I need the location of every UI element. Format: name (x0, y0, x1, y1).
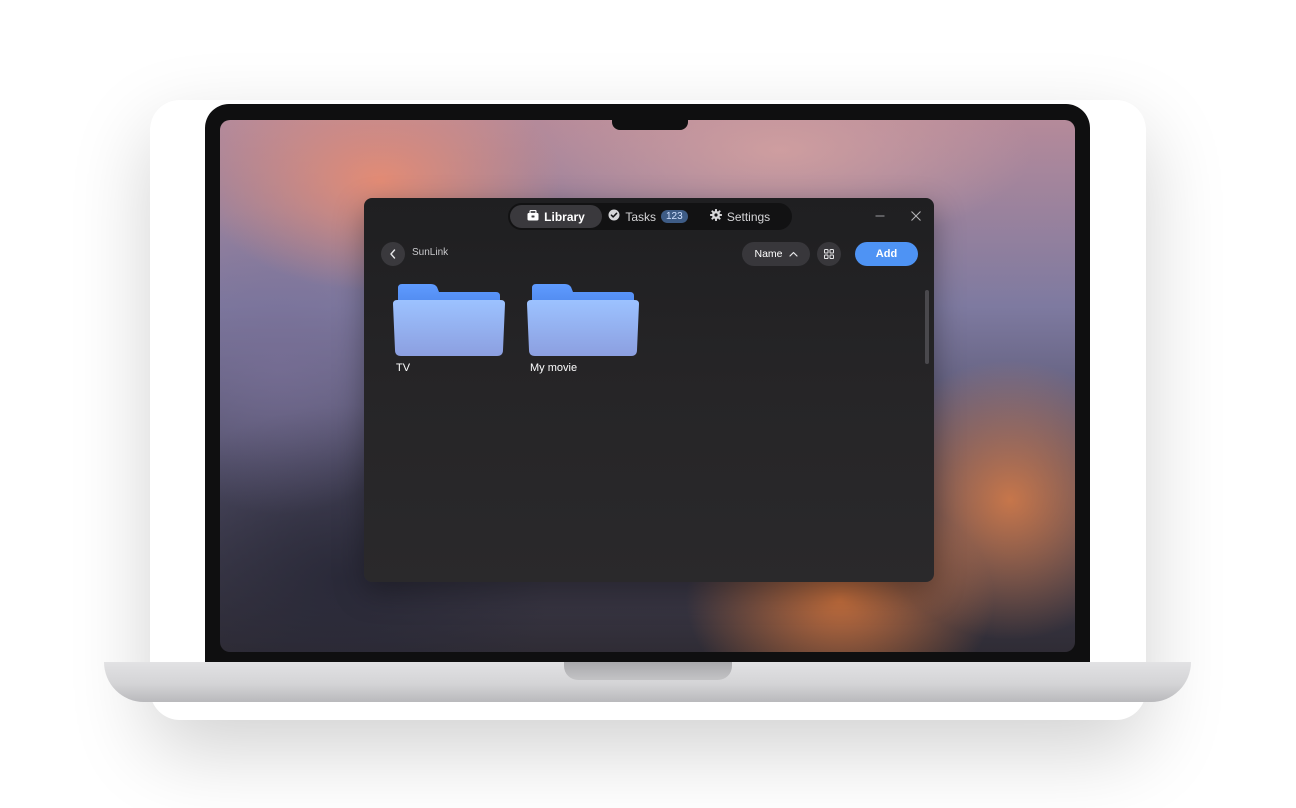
gear-icon (709, 209, 722, 224)
folder-icon (393, 284, 505, 356)
folder-name: TV (396, 362, 411, 374)
minimize-button[interactable] (872, 208, 888, 224)
camera-notch (612, 120, 688, 130)
breadcrumb[interactable]: SunLink (412, 247, 448, 258)
tab-library-label: Library (544, 209, 585, 224)
check-badge-icon (608, 209, 620, 224)
folder-item[interactable]: My movie (527, 284, 639, 374)
chevron-left-icon (390, 249, 396, 259)
tab-bar: Library Tasks 123 Settings (508, 203, 792, 230)
tab-tasks[interactable]: Tasks 123 (608, 205, 688, 228)
folder-name: My movie (530, 362, 578, 374)
tab-settings-label: Settings (726, 209, 771, 224)
chevron-up-icon (788, 251, 798, 257)
back-button[interactable] (381, 242, 405, 266)
app-window: Library Tasks 123 Settings SunLink Name … (364, 198, 934, 582)
close-icon (911, 211, 921, 221)
grid-view-button[interactable] (817, 242, 841, 266)
folder-item[interactable]: TV (393, 284, 505, 374)
tab-settings[interactable]: Settings (694, 205, 786, 228)
add-button[interactable]: Add (855, 242, 918, 266)
tab-library[interactable]: Library (510, 205, 602, 228)
scrollbar[interactable] (925, 290, 929, 364)
close-button[interactable] (908, 208, 924, 224)
sort-label: Name (754, 248, 783, 260)
laptop-base-notch (564, 662, 732, 680)
folder-icon (527, 284, 639, 356)
sort-button[interactable]: Name (742, 242, 810, 266)
library-icon (527, 209, 539, 224)
grid-icon (824, 249, 834, 259)
tasks-count-badge: 123 (661, 210, 688, 223)
minimize-icon (875, 215, 885, 217)
tab-tasks-label: Tasks (625, 209, 656, 224)
